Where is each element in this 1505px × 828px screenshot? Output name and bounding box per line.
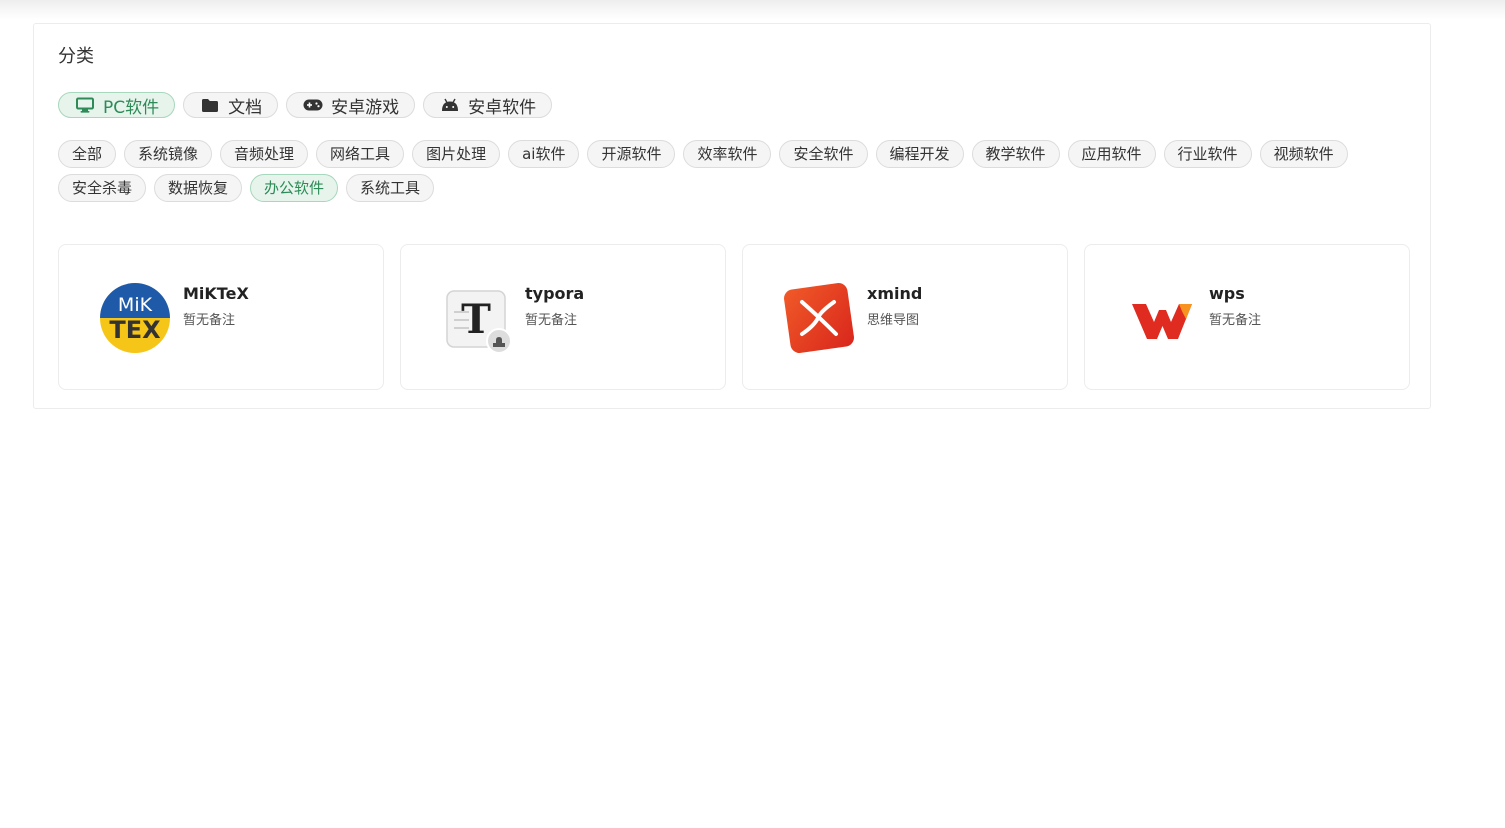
android-icon — [440, 97, 460, 113]
typora-logo-icon: T — [442, 282, 514, 354]
tag-industry[interactable]: 行业软件 — [1163, 140, 1252, 168]
tag-all[interactable]: 全部 — [58, 140, 117, 168]
tab-pc-software[interactable]: PC软件 — [58, 92, 176, 118]
tag-security-software[interactable]: 安全软件 — [779, 140, 868, 168]
tag-office[interactable]: 办公软件 — [250, 174, 339, 202]
wps-logo-icon — [1126, 282, 1198, 354]
svg-text:T: T — [461, 296, 491, 343]
tab-label: 安卓游戏 — [331, 97, 400, 118]
software-card-typora[interactable]: T typora 暂无备注 — [400, 244, 726, 390]
tab-documents[interactable]: 文档 — [183, 92, 279, 118]
main-tabs: PC软件 文档 安卓游戏 安卓软件 — [58, 92, 553, 118]
tag-applications[interactable]: 应用软件 — [1067, 140, 1156, 168]
software-desc: 暂无备注 — [1209, 313, 1262, 328]
software-card-xmind[interactable]: xmind 思维导图 — [742, 244, 1068, 390]
tag-video[interactable]: 视频软件 — [1259, 140, 1348, 168]
software-name: MiKTeX — [183, 284, 249, 303]
tag-productivity[interactable]: 效率软件 — [683, 140, 772, 168]
folder-icon — [200, 97, 220, 113]
miktex-logo-icon: MiK TEX — [100, 282, 172, 354]
tag-system-tools[interactable]: 系统工具 — [346, 174, 435, 202]
tag-education[interactable]: 教学软件 — [971, 140, 1060, 168]
software-name: xmind — [867, 284, 923, 303]
software-card-wps[interactable]: wps 暂无备注 — [1084, 244, 1410, 390]
tag-programming[interactable]: 编程开发 — [875, 140, 964, 168]
tag-open-source[interactable]: 开源软件 — [587, 140, 676, 168]
category-panel: 分类 PC软件 文档 安卓游戏 安卓软件 全部 系统镜像 音频处理 网络工具 图… — [33, 23, 1431, 409]
software-desc: 暂无备注 — [183, 313, 236, 328]
monitor-icon — [75, 97, 95, 113]
svg-text:TEX: TEX — [109, 316, 161, 344]
gamepad-icon — [303, 97, 323, 113]
sub-category-tags: 全部 系统镜像 音频处理 网络工具 图片处理 ai软件 开源软件 效率软件 安全… — [58, 140, 1418, 202]
tab-android-games[interactable]: 安卓游戏 — [286, 92, 416, 118]
software-desc: 思维导图 — [867, 313, 920, 328]
tag-network-tools[interactable]: 网络工具 — [316, 140, 405, 168]
software-desc: 暂无备注 — [525, 313, 578, 328]
tag-system-image[interactable]: 系统镜像 — [124, 140, 213, 168]
tab-android-software[interactable]: 安卓软件 — [423, 92, 553, 118]
tab-label: PC软件 — [103, 97, 160, 118]
tab-label: 文档 — [228, 97, 263, 118]
tag-audio[interactable]: 音频处理 — [220, 140, 309, 168]
tag-data-recovery[interactable]: 数据恢复 — [154, 174, 243, 202]
software-name: typora — [525, 284, 585, 303]
tag-image-processing[interactable]: 图片处理 — [412, 140, 501, 168]
tag-ai-software[interactable]: ai软件 — [508, 140, 580, 168]
top-shadow — [0, 0, 1505, 20]
tab-label: 安卓软件 — [468, 97, 537, 118]
software-name: wps — [1209, 284, 1245, 303]
section-title: 分类 — [58, 46, 94, 67]
tag-antivirus[interactable]: 安全杀毒 — [58, 174, 147, 202]
software-card-miktex[interactable]: MiK TEX MiKTeX 暂无备注 — [58, 244, 384, 390]
svg-text:MiK: MiK — [118, 294, 153, 316]
xmind-logo-icon — [784, 282, 856, 354]
software-list: MiK TEX MiKTeX 暂无备注 T typora 暂无备注 xmind … — [58, 244, 1410, 390]
